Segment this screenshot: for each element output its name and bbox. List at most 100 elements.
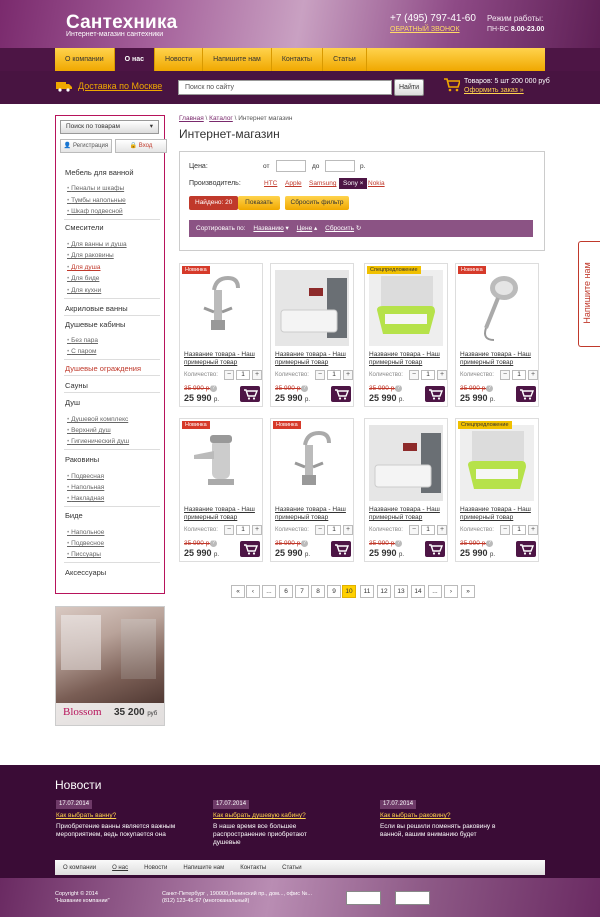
- quantity-input[interactable]: 1: [512, 525, 526, 535]
- delivery-link[interactable]: Доставка по Москве: [78, 81, 162, 91]
- footer-nav-item[interactable]: Статьи: [274, 865, 309, 871]
- search-input[interactable]: Поиск по сайту: [178, 80, 392, 95]
- subcategory-link[interactable]: Для биде: [67, 275, 99, 282]
- add-to-cart-button[interactable]: [240, 386, 260, 402]
- product-image[interactable]: [275, 270, 349, 346]
- product-image[interactable]: [369, 425, 443, 501]
- news-link[interactable]: Как выбрать ванну?: [56, 812, 116, 819]
- brand-nokia[interactable]: Nokia: [368, 180, 385, 187]
- search-button[interactable]: Найти: [394, 79, 424, 96]
- counter-badge[interactable]: [395, 891, 430, 905]
- info-icon[interactable]: ?: [395, 540, 402, 547]
- product-card[interactable]: Спецпредложение Название товара - Наш пр…: [455, 418, 539, 562]
- feedback-tab[interactable]: Напишите нам: [578, 241, 600, 347]
- add-to-cart-button[interactable]: [425, 541, 445, 557]
- counter-badge[interactable]: [346, 891, 381, 905]
- category-mixers[interactable]: Смесители: [65, 223, 160, 232]
- callback-link[interactable]: ОБРАТНЫЙ ЗВОНОК: [390, 26, 460, 33]
- show-button[interactable]: Показать: [238, 196, 280, 210]
- product-image[interactable]: [184, 425, 258, 501]
- page-link[interactable]: »: [461, 585, 475, 598]
- subcategory-link-active[interactable]: Для душа: [67, 264, 100, 271]
- quantity-increment[interactable]: +: [343, 370, 353, 380]
- price-from-input[interactable]: [276, 160, 306, 172]
- product-image[interactable]: [184, 270, 258, 346]
- brand-samsung[interactable]: Samsung: [309, 180, 336, 187]
- quantity-decrement[interactable]: −: [224, 370, 234, 380]
- product-name-link[interactable]: Название товара - Наш примерный товар: [460, 351, 538, 367]
- quantity-decrement[interactable]: −: [224, 525, 234, 535]
- page-link[interactable]: ...: [428, 585, 442, 598]
- page-link[interactable]: 14: [411, 585, 425, 598]
- quantity-decrement[interactable]: −: [500, 370, 510, 380]
- product-name-link[interactable]: Название товара - Наш примерный товар: [184, 506, 262, 522]
- info-icon[interactable]: ?: [486, 540, 493, 547]
- nav-item-write-us[interactable]: Напишите нам: [203, 48, 272, 71]
- add-to-cart-button[interactable]: [331, 386, 351, 402]
- page-link[interactable]: ‹: [246, 585, 260, 598]
- info-icon[interactable]: ?: [210, 540, 217, 547]
- register-button[interactable]: 👤 Регистрация: [60, 139, 112, 153]
- breadcrumb-home[interactable]: Главная: [179, 115, 204, 122]
- category-saunas[interactable]: Сауны: [65, 381, 160, 390]
- news-link[interactable]: Как выбрать раковину?: [380, 812, 450, 819]
- product-card[interactable]: Название товара - Наш примерный товар Ко…: [364, 418, 448, 562]
- add-to-cart-button[interactable]: [240, 541, 260, 557]
- page-current[interactable]: 10: [342, 585, 356, 598]
- checkout-link[interactable]: Оформить заказ »: [464, 87, 524, 94]
- cart-icon[interactable]: [444, 78, 460, 92]
- quantity-decrement[interactable]: −: [315, 370, 325, 380]
- quantity-input[interactable]: 1: [236, 525, 250, 535]
- quantity-input[interactable]: 1: [421, 525, 435, 535]
- subcategory-link[interactable]: Пеналы и шкафы: [67, 185, 124, 192]
- subcategory-link[interactable]: Писсуары: [67, 551, 101, 558]
- nav-item-articles[interactable]: Статьи: [323, 48, 367, 71]
- product-name-link[interactable]: Название товара - Наш примерный товар: [275, 506, 353, 522]
- sort-by-price[interactable]: Цене: [297, 225, 313, 232]
- footer-nav-item[interactable]: Контакты: [232, 865, 274, 871]
- info-icon[interactable]: ?: [486, 385, 493, 392]
- subcategory-link[interactable]: Верхний душ: [67, 427, 111, 434]
- product-search-dropdown[interactable]: Поиск по товарам ▾: [60, 120, 159, 134]
- quantity-increment[interactable]: +: [252, 370, 262, 380]
- product-card[interactable]: Новинка Название товара - Наш примерный …: [455, 263, 539, 407]
- reset-filter-button[interactable]: Сбросить фильтр: [285, 196, 349, 210]
- product-name-link[interactable]: Название товара - Наш примерный товар: [460, 506, 538, 522]
- quantity-decrement[interactable]: −: [500, 525, 510, 535]
- page-link[interactable]: «: [231, 585, 245, 598]
- category-shower[interactable]: Душ: [65, 398, 160, 407]
- category-acrylic-baths[interactable]: Акриловые ванны: [65, 304, 160, 313]
- product-name-link[interactable]: Название товара - Наш примерный товар: [369, 506, 447, 522]
- quantity-increment[interactable]: +: [528, 370, 538, 380]
- quantity-input[interactable]: 1: [327, 525, 341, 535]
- quantity-input[interactable]: 1: [327, 370, 341, 380]
- quantity-increment[interactable]: +: [343, 525, 353, 535]
- add-to-cart-button[interactable]: [516, 541, 536, 557]
- footer-nav-item[interactable]: Новости: [136, 865, 175, 871]
- category-sinks[interactable]: Раковины: [65, 455, 160, 464]
- quantity-decrement[interactable]: −: [409, 525, 419, 535]
- product-image[interactable]: [460, 270, 534, 346]
- category-furniture[interactable]: Мебель для ванной: [65, 168, 160, 177]
- subcategory-link[interactable]: С паром: [67, 348, 96, 355]
- nav-item-news[interactable]: Новости: [155, 48, 204, 71]
- page-link[interactable]: ›: [444, 585, 458, 598]
- quantity-decrement[interactable]: −: [409, 370, 419, 380]
- category-shower-enclosures[interactable]: Душевые ограждения: [65, 364, 160, 373]
- subcategory-link[interactable]: Подвесная: [67, 473, 104, 480]
- nav-item-about-us[interactable]: О нас: [114, 48, 156, 71]
- add-to-cart-button[interactable]: [331, 541, 351, 557]
- page-link[interactable]: 9: [327, 585, 341, 598]
- quantity-increment[interactable]: +: [437, 370, 447, 380]
- page-link[interactable]: 12: [377, 585, 391, 598]
- brand-sony-active[interactable]: Sony ×: [339, 178, 368, 189]
- subcategory-link[interactable]: Напольное: [67, 529, 104, 536]
- close-icon[interactable]: ×: [360, 180, 364, 187]
- product-image[interactable]: [369, 270, 443, 346]
- add-to-cart-button[interactable]: [425, 386, 445, 402]
- add-to-cart-button[interactable]: [516, 386, 536, 402]
- quantity-input[interactable]: 1: [512, 370, 526, 380]
- page-link[interactable]: 13: [394, 585, 408, 598]
- product-card[interactable]: Название товара - Наш примерный товар Ко…: [270, 263, 354, 407]
- quantity-increment[interactable]: +: [437, 525, 447, 535]
